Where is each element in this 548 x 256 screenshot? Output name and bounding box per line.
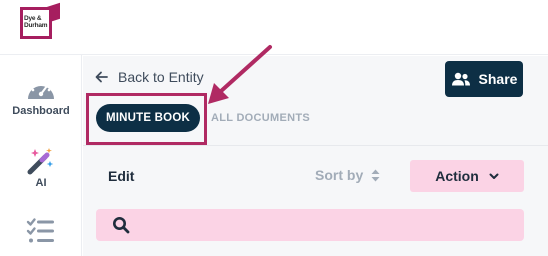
sort-by-control[interactable]: Sort by <box>315 167 380 183</box>
arrow-left-icon <box>95 71 108 83</box>
search-icon <box>113 217 130 234</box>
logo-text: Dye & Durham <box>24 15 48 29</box>
share-button[interactable]: Share <box>445 61 523 97</box>
gauge-icon <box>28 81 54 99</box>
action-dropdown-button[interactable]: Action <box>410 160 524 192</box>
dye-durham-logo[interactable]: Dye & Durham <box>20 2 62 43</box>
action-button-label: Action <box>435 168 479 184</box>
sort-icon <box>371 169 380 181</box>
users-icon <box>451 72 470 86</box>
sidebar-item-dashboard[interactable]: Dashboard <box>0 75 82 117</box>
back-to-entity-link[interactable]: Back to Entity <box>95 69 204 85</box>
logo-text-line-2: Durham <box>24 22 48 29</box>
sidebar-item-label: Dashboard <box>12 105 70 117</box>
sidebar-item-label: AI <box>35 177 47 189</box>
tab-label: ALL DOCUMENTS <box>211 112 311 124</box>
logo-text-line-1: Dye & <box>24 15 42 22</box>
divider <box>83 145 548 146</box>
share-button-label: Share <box>478 71 518 87</box>
edit-button[interactable]: Edit <box>108 168 134 184</box>
sort-by-label: Sort by <box>315 167 364 183</box>
sidebar-item-ai[interactable]: AI <box>0 147 82 189</box>
back-link-label: Back to Entity <box>118 69 204 85</box>
main-content: Back to Entity Share MINUTE BOOK ALL DOC… <box>83 56 548 256</box>
checklist-icon <box>26 218 54 243</box>
sidebar: Dashboard AI <box>0 55 82 256</box>
annotation-highlight-box <box>86 93 207 145</box>
app-root: Dye & Durham Dashboard AI Back to Entity… <box>0 0 548 256</box>
top-header: Dye & Durham <box>0 0 548 55</box>
chevron-down-icon <box>489 173 499 179</box>
magic-wand-icon <box>27 148 54 175</box>
search-input[interactable] <box>96 209 524 241</box>
tab-all-documents[interactable]: ALL DOCUMENTS <box>211 112 310 124</box>
sidebar-item-tasks[interactable] <box>0 217 82 245</box>
